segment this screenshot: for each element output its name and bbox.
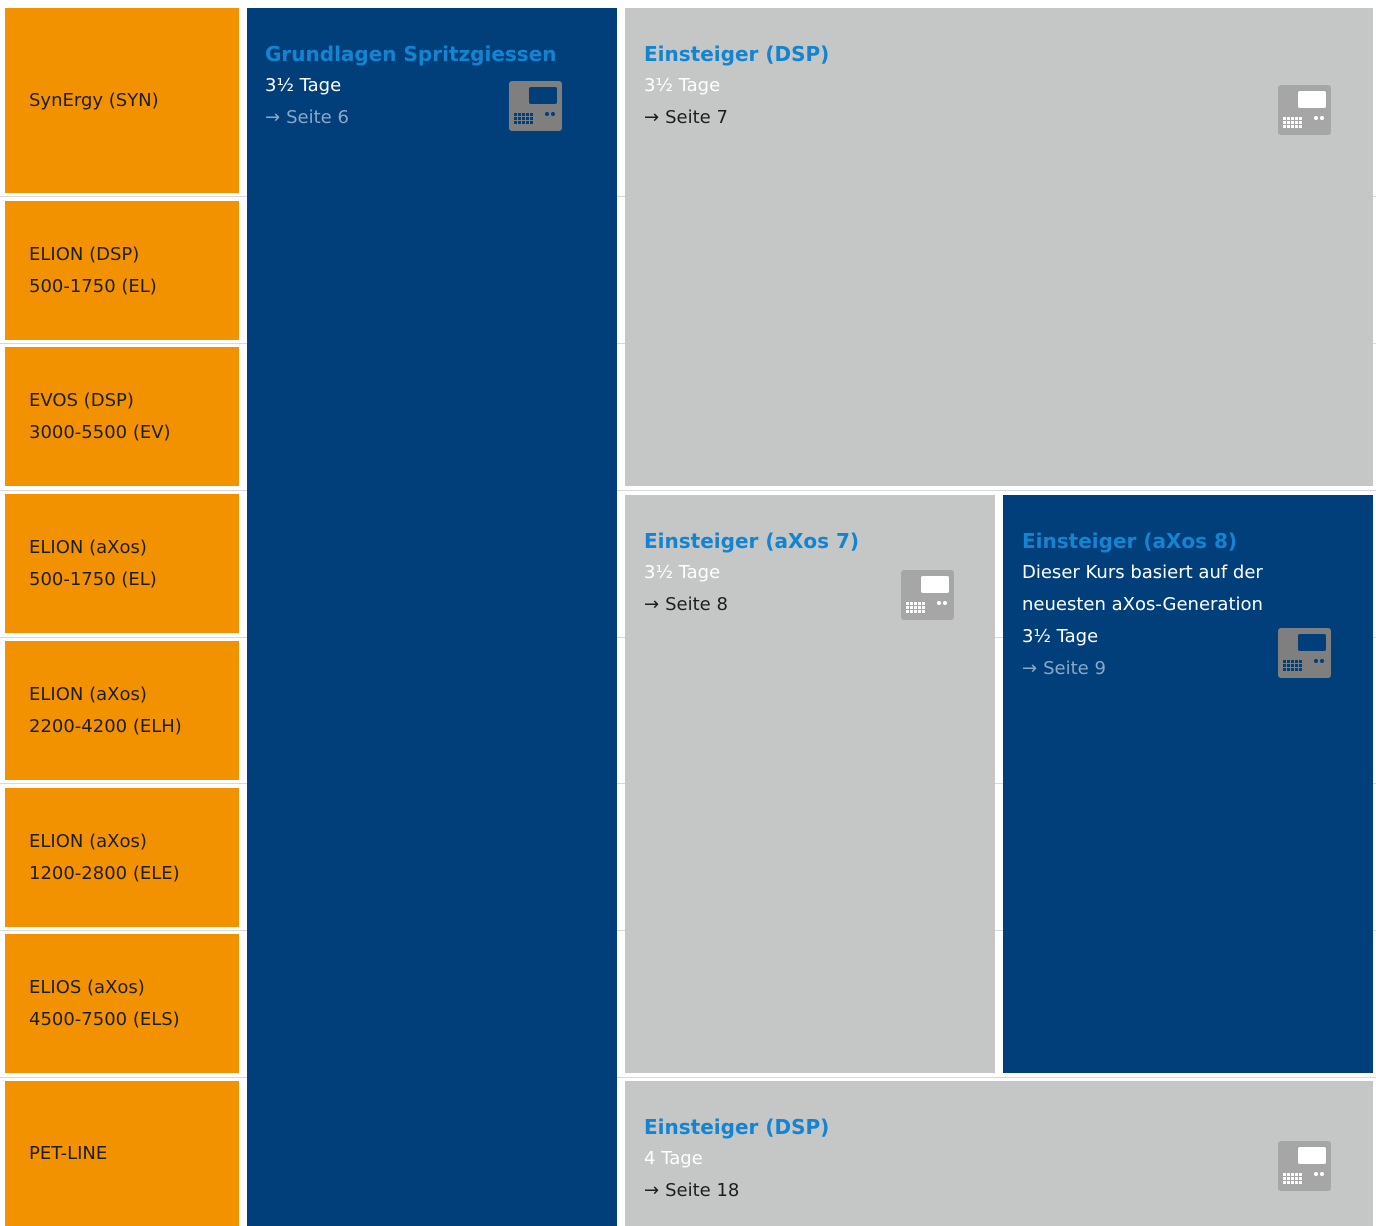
row-divider [0, 490, 1376, 491]
arrow-right-icon: → [1022, 658, 1038, 679]
page-reference: Seite 8 [665, 594, 728, 615]
arrow-right-icon: → [265, 107, 281, 128]
row-divider [0, 1077, 1376, 1078]
machine-range: 2200-4200 (ELH) [29, 715, 182, 737]
machine-label: PET-LINE [29, 1081, 107, 1226]
machine-label: ELION (aXos) 500-1750 (EL) [29, 494, 157, 633]
machine-name: PET-LINE [29, 1142, 108, 1164]
control-panel-icon [901, 570, 954, 620]
page-reference: Seite 18 [665, 1180, 740, 1201]
course-einsteiger-dsp[interactable]: Einsteiger (DSP) 3½ Tage → Seite 7 [625, 8, 1373, 486]
machine-range: 4500-7500 (ELS) [29, 1008, 180, 1030]
machine-range: 3000-5500 (EV) [29, 421, 171, 443]
course-title: Einsteiger (aXos 8) [1022, 529, 1238, 553]
machine-label: ELION (aXos) 1200-2800 (ELE) [29, 788, 180, 927]
control-panel-icon [1278, 1141, 1331, 1191]
machine-name: ELIOS (aXos) [29, 976, 145, 998]
course-duration: 4 Tage [644, 1148, 703, 1169]
machine-label: SynErgy (SYN) [29, 8, 159, 193]
course-duration: 3½ Tage [265, 75, 342, 96]
course-title: Grundlagen Spritzgiessen [265, 42, 557, 66]
control-panel-icon [1278, 628, 1331, 678]
page-reference: Seite 7 [665, 107, 728, 128]
course-page-link[interactable]: → Seite 7 [644, 102, 1373, 134]
machine-name: ELION (DSP) [29, 243, 140, 265]
course-page-link[interactable]: → Seite 6 [265, 102, 617, 134]
course-page-link[interactable]: → Seite 18 [644, 1175, 1373, 1207]
machine-label: ELION (DSP) 500-1750 (EL) [29, 201, 157, 340]
machine-range: 500-1750 (EL) [29, 275, 157, 297]
arrow-right-icon: → [644, 107, 660, 128]
course-description: Dieser Kurs basiert auf der [1022, 562, 1263, 583]
course-duration: 3½ Tage [644, 75, 721, 96]
machine-cell-elion-dsp: ELION (DSP) 500-1750 (EL) [5, 201, 239, 340]
machine-label: ELION (aXos) 2200-4200 (ELH) [29, 641, 182, 780]
arrow-right-icon: → [644, 1180, 660, 1201]
machine-cell-pet-line: PET-LINE [5, 1081, 239, 1226]
course-title: Einsteiger (DSP) [644, 1115, 830, 1139]
machine-range: 500-1750 (EL) [29, 568, 157, 590]
machine-name: ELION (aXos) [29, 683, 147, 705]
course-einsteiger-axos8[interactable]: Einsteiger (aXos 8) Dieser Kurs basiert … [1003, 495, 1373, 1073]
machine-cell-elion-axos-elh: ELION (aXos) 2200-4200 (ELH) [5, 641, 239, 780]
course-einsteiger-axos7[interactable]: Einsteiger (aXos 7) 3½ Tage → Seite 8 [625, 495, 995, 1073]
machine-cell-synergy: SynErgy (SYN) [5, 8, 239, 193]
machine-label: EVOS (DSP) 3000-5500 (EV) [29, 347, 171, 486]
course-title: Einsteiger (DSP) [644, 42, 830, 66]
control-panel-icon [1278, 85, 1331, 135]
course-grundlagen[interactable]: Grundlagen Spritzgiessen 3½ Tage → Seite … [247, 8, 617, 1226]
machine-name: EVOS (DSP) [29, 389, 134, 411]
arrow-right-icon: → [644, 594, 660, 615]
control-panel-icon [509, 81, 562, 131]
machine-name: ELION (aXos) [29, 536, 147, 558]
machine-name: ELION (aXos) [29, 830, 147, 852]
machine-label: ELIOS (aXos) 4500-7500 (ELS) [29, 934, 180, 1073]
machine-range: 1200-2800 (ELE) [29, 862, 180, 884]
machine-cell-elion-axos-ele: ELION (aXos) 1200-2800 (ELE) [5, 788, 239, 927]
course-einsteiger-pet[interactable]: Einsteiger (DSP) 4 Tage → Seite 18 [625, 1081, 1373, 1226]
page-reference: Seite 9 [1043, 658, 1106, 679]
machine-cell-elios-axos: ELIOS (aXos) 4500-7500 (ELS) [5, 934, 239, 1073]
page-reference: Seite 6 [286, 107, 349, 128]
machine-name: SynErgy (SYN) [29, 89, 159, 111]
course-description: neuesten aXos-Generation [1022, 594, 1263, 615]
machine-cell-elion-axos-el: ELION (aXos) 500-1750 (EL) [5, 494, 239, 633]
machine-cell-evos-dsp: EVOS (DSP) 3000-5500 (EV) [5, 347, 239, 486]
course-title: Einsteiger (aXos 7) [644, 529, 860, 553]
